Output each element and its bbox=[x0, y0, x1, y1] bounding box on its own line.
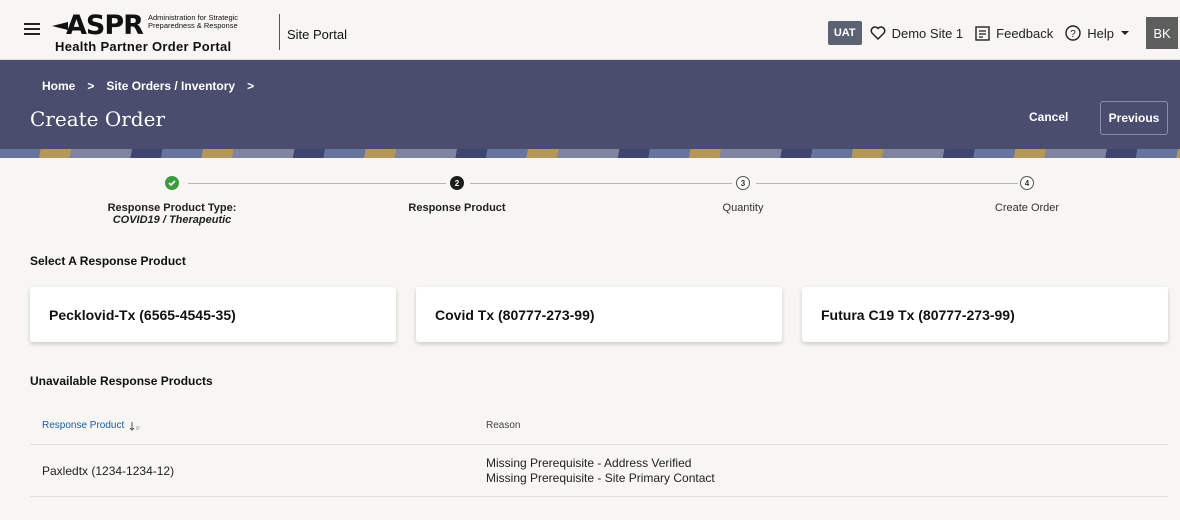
chevron-down-icon bbox=[1121, 31, 1129, 35]
unavailable-reason: Missing Prerequisite - Address Verified … bbox=[486, 456, 715, 486]
step-2-indicator: 2 bbox=[450, 176, 464, 190]
step-1-title: Response Product Type: bbox=[107, 202, 237, 214]
header-actions: UAT Demo Site 1 Feedback ? Help BK bbox=[827, 17, 1180, 49]
table-header: Response Product Reason bbox=[30, 405, 1168, 445]
help-menu[interactable]: ? Help bbox=[1065, 25, 1130, 41]
product-card[interactable]: Pecklovid-Tx (6565-4545-35) bbox=[30, 287, 396, 342]
feedback-label: Feedback bbox=[996, 25, 1054, 41]
step-1-subtitle: COVID19 / Therapeutic bbox=[112, 214, 232, 226]
cancel-button[interactable]: Cancel bbox=[1029, 110, 1068, 124]
step-connector bbox=[188, 183, 446, 184]
step-4-indicator: 4 bbox=[1020, 176, 1034, 190]
reason-line: Missing Prerequisite - Address Verified bbox=[486, 456, 692, 470]
site-name: Demo Site 1 bbox=[891, 25, 964, 41]
aspr-logo[interactable]: ASPR Administration for Strategic Prepar… bbox=[52, 10, 276, 54]
top-nav: ASPR Administration for Strategic Prepar… bbox=[0, 0, 1180, 60]
product-card[interactable]: Covid Tx (80777-273-99) bbox=[416, 287, 782, 342]
svg-text:?: ? bbox=[1070, 29, 1076, 40]
step-4-label: Create Order bbox=[994, 202, 1060, 214]
logo-divider bbox=[279, 14, 280, 50]
feedback-icon bbox=[975, 25, 990, 41]
table-row: Paxledtx (1234-1234-12) Missing Prerequi… bbox=[30, 445, 1168, 497]
select-product-heading: Select A Response Product bbox=[30, 254, 186, 268]
portal-label: Site Portal bbox=[287, 27, 347, 42]
banner-decoration bbox=[0, 149, 1180, 158]
step-1-label: Response Product Type: COVID19 / Therape… bbox=[72, 202, 272, 226]
logo-wordmark: ASPR bbox=[66, 10, 144, 41]
help-label: Help bbox=[1087, 25, 1114, 41]
response-product-column-header[interactable]: Response Product bbox=[42, 420, 141, 431]
heart-icon bbox=[870, 26, 886, 40]
page-title: Create Order bbox=[30, 107, 166, 131]
site-selector[interactable]: Demo Site 1 bbox=[870, 25, 964, 41]
step-connector bbox=[756, 183, 1018, 184]
step-3-label: Quantity bbox=[722, 202, 764, 214]
step-2-label: Response Product bbox=[408, 202, 506, 214]
product-card[interactable]: Futura C19 Tx (80777-273-99) bbox=[802, 287, 1168, 342]
breadcrumb-site-orders[interactable]: Site Orders / Inventory bbox=[106, 79, 235, 93]
step-complete-check-icon bbox=[165, 176, 179, 190]
feedback-button[interactable]: Feedback bbox=[975, 26, 1053, 41]
breadcrumb-separator: > bbox=[247, 79, 255, 93]
env-badge: UAT bbox=[827, 21, 862, 45]
breadcrumb: Home > Site Orders / Inventory > bbox=[42, 79, 266, 93]
logo-tagline: Administration for Strategic Preparednes… bbox=[148, 13, 239, 30]
sort-icon bbox=[129, 421, 141, 431]
logo-subtitle: Health Partner Order Portal bbox=[55, 39, 232, 54]
reason-column-header: Reason bbox=[486, 420, 521, 431]
breadcrumb-separator: > bbox=[87, 79, 95, 93]
page-header-banner: Home > Site Orders / Inventory > Create … bbox=[0, 60, 1180, 158]
column-header-label: Response Product bbox=[42, 420, 125, 431]
avatar[interactable]: BK bbox=[1146, 17, 1178, 49]
breadcrumb-home[interactable]: Home bbox=[42, 79, 75, 93]
help-icon: ? bbox=[1065, 25, 1081, 41]
step-connector bbox=[470, 183, 732, 184]
reason-line: Missing Prerequisite - Site Primary Cont… bbox=[486, 471, 715, 485]
step-3-indicator: 3 bbox=[736, 176, 750, 190]
unavailable-product-name: Paxledtx (1234-1234-12) bbox=[42, 464, 175, 478]
unavailable-products-heading: Unavailable Response Products bbox=[30, 374, 213, 388]
unavailable-products-table: Response Product Reason Paxledtx (1234-1… bbox=[30, 405, 1168, 497]
menu-icon[interactable] bbox=[24, 23, 40, 35]
previous-button[interactable]: Previous bbox=[1100, 101, 1168, 135]
